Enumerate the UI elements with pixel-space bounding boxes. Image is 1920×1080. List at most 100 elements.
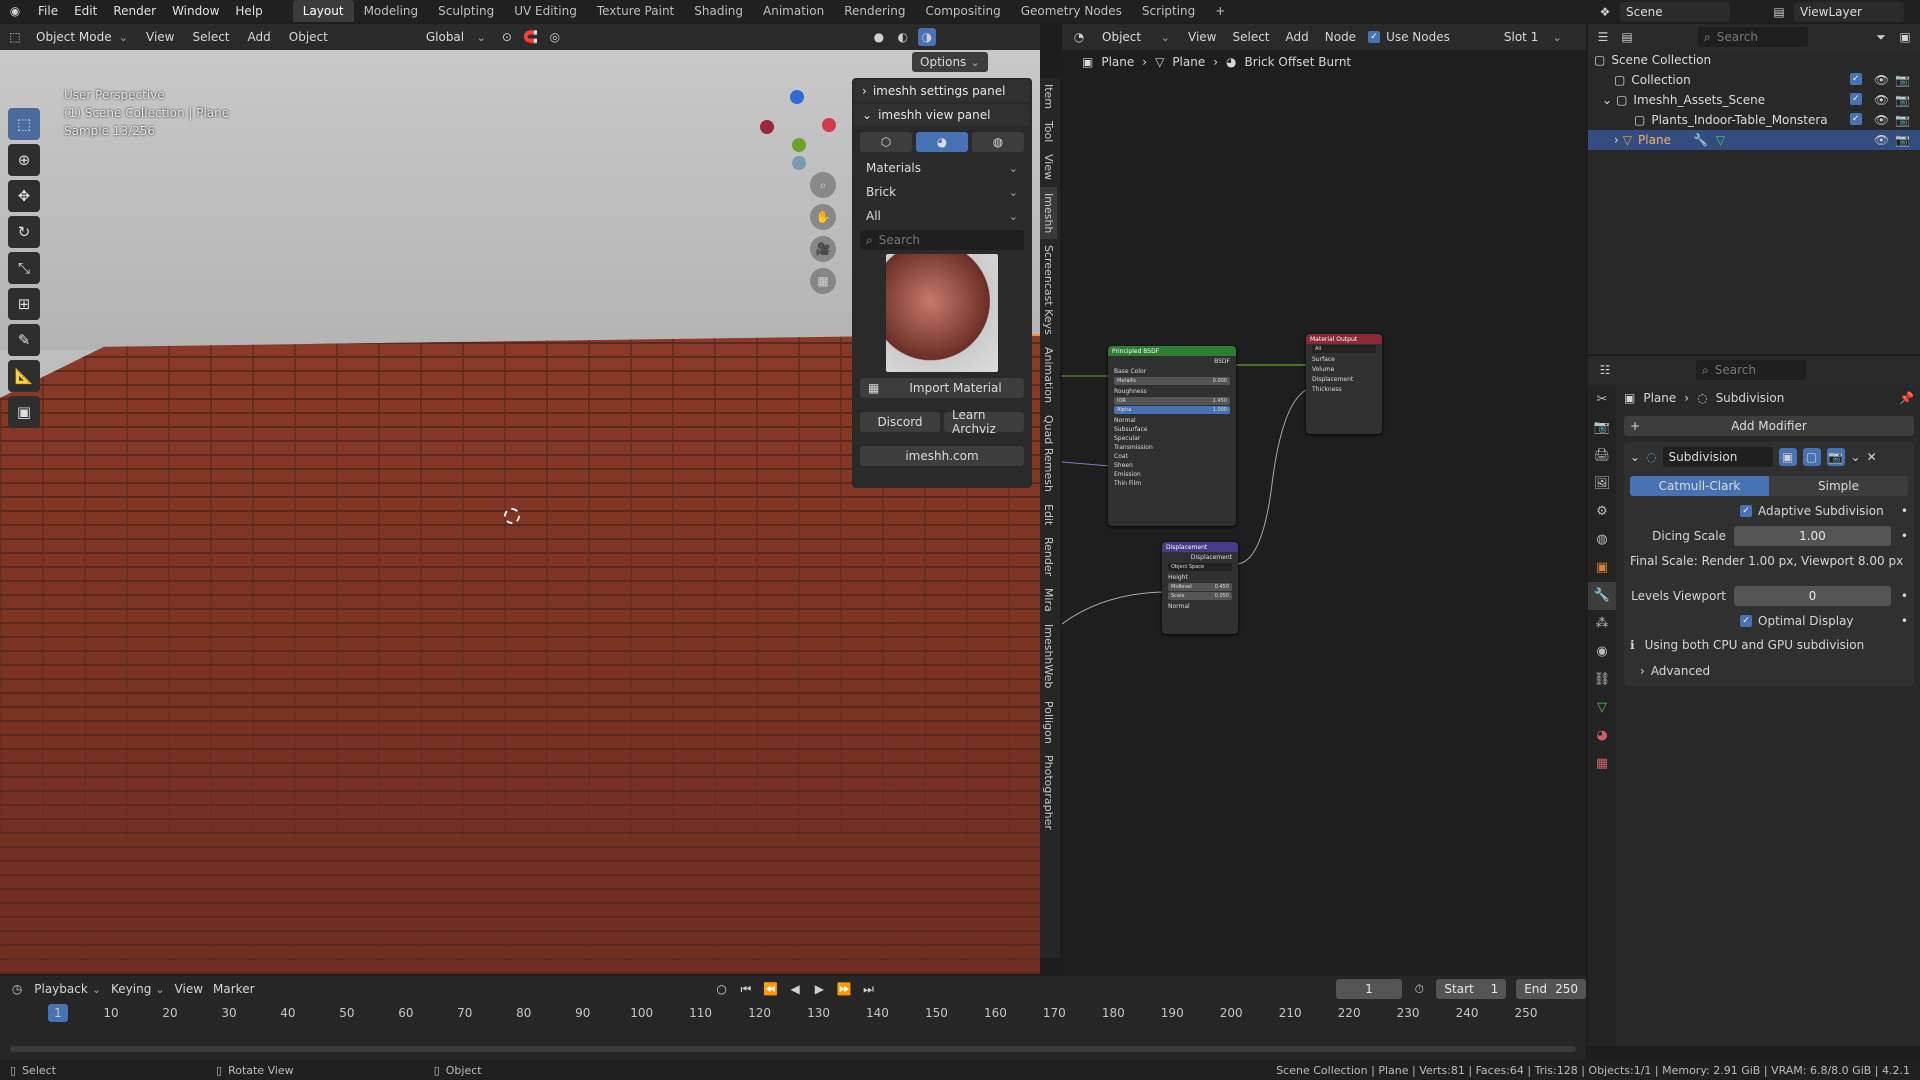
tab-geometry-nodes[interactable]: Geometry Nodes <box>1011 0 1132 22</box>
move-icon[interactable]: ✥ <box>8 180 40 212</box>
outliner-row-plane[interactable]: › ▽ Plane 🔧 ▽ 👁 📷 <box>1588 130 1920 150</box>
import-material-button[interactable]: ▦ Import Material <box>860 378 1024 398</box>
node-space-dropdown[interactable]: Object Space <box>1168 563 1232 571</box>
checkbox-icon[interactable]: ✓ <box>1849 73 1862 85</box>
axis-z-icon[interactable] <box>790 90 804 104</box>
tab-scripting[interactable]: Scripting <box>1132 0 1205 22</box>
dicing-scale-field[interactable]: 1.00 <box>1734 526 1891 546</box>
scene-tab-icon[interactable]: ⚙ <box>1588 498 1616 526</box>
camera-render-icon[interactable]: 📷 <box>1895 73 1910 87</box>
physics-tab-icon[interactable]: ◉ <box>1588 638 1616 666</box>
measure-icon[interactable]: 📐 <box>8 360 40 392</box>
hdri-icon[interactable]: ◍ <box>972 132 1024 152</box>
zoom-icon[interactable]: ⌕ <box>810 172 836 198</box>
proportional-edit-icon[interactable]: ◎ <box>546 28 564 46</box>
menu-help[interactable]: Help <box>227 4 270 18</box>
chevron-right-icon[interactable]: › <box>1614 133 1619 147</box>
properties-type-icon[interactable]: ☷ <box>1596 361 1614 379</box>
play-reverse-icon[interactable]: ◀ <box>788 980 802 998</box>
display-mode-icon[interactable]: ▤ <box>1618 28 1636 46</box>
pivot-icon[interactable]: ⊙ <box>498 28 516 46</box>
axis-y-icon[interactable] <box>792 138 806 152</box>
add-modifier-button[interactable]: + Add Modifier <box>1624 416 1914 436</box>
shading-rendered-icon[interactable]: ◑ <box>917 28 936 46</box>
render-tab-icon[interactable]: 📷 <box>1588 414 1616 442</box>
rotate-icon[interactable]: ↻ <box>8 216 40 248</box>
tab-rendering[interactable]: Rendering <box>834 0 915 22</box>
outliner-row-collection[interactable]: ▢ Collection ✓ 👁 📷 <box>1588 70 1920 90</box>
timeline-scrollbar[interactable] <box>10 1046 1576 1052</box>
optimal-display-checkbox[interactable]: ✓ Optimal Display • <box>1630 614 1908 628</box>
add-workspace-button[interactable]: + <box>1205 0 1235 22</box>
tl-menu-keying[interactable]: Keying <box>111 982 165 996</box>
node-panel-row[interactable]: Thin Film <box>1108 479 1236 488</box>
keyframe-dot-icon[interactable]: • <box>1901 504 1908 518</box>
sidetab-edit[interactable]: Edit <box>1040 498 1057 531</box>
properties-search-input[interactable]: ⌕ Search <box>1696 360 1806 380</box>
node-field-scale[interactable]: Scale 0.050 <box>1168 592 1232 600</box>
properties-editor[interactable]: ☷ ⌕ Search ✂ 📷 🖨 🖼 ⚙ ◍ ▣ 🔧 ⁂ ◉ ⛓ ▽ ◕ ▦ ▣… <box>1588 356 1920 1046</box>
tool-tab-icon[interactable]: ✂ <box>1588 386 1616 414</box>
vp-menu-add[interactable]: Add <box>242 30 277 44</box>
sidetab-imeshhweb[interactable]: ImeshhWeb <box>1040 618 1057 694</box>
tab-sculpting[interactable]: Sculpting <box>428 0 504 22</box>
new-collection-icon[interactable]: ▣ <box>1896 28 1914 46</box>
modifier-wrench-icon[interactable]: 🔧 <box>1693 133 1708 147</box>
menu-file[interactable]: File <box>30 4 66 18</box>
axis-neg-x-icon[interactable] <box>760 120 774 134</box>
scale-icon[interactable]: ⤡ <box>8 252 40 284</box>
axis-neg-z-icon[interactable] <box>792 156 806 170</box>
material-tab-icon[interactable]: ◕ <box>1588 722 1616 750</box>
sidetab-photographer[interactable]: Photographer <box>1040 749 1057 836</box>
start-frame-field[interactable]: Start 1 <box>1436 979 1507 999</box>
node-field-metallic[interactable]: Metallic 0.000 <box>1114 377 1230 385</box>
sidetab-polligon[interactable]: Polligon <box>1040 695 1057 750</box>
tab-shading[interactable]: Shading <box>684 0 753 22</box>
sidetab-render[interactable]: Render <box>1040 531 1057 582</box>
tl-menu-marker[interactable]: Marker <box>213 982 254 996</box>
eye-icon[interactable]: 👁 <box>1874 73 1889 87</box>
menu-render[interactable]: Render <box>105 4 164 18</box>
eye-icon[interactable]: 👁 <box>1874 93 1889 107</box>
chevron-down-icon[interactable]: ⌄ <box>1851 450 1861 464</box>
advanced-subpanel[interactable]: › Advanced <box>1630 664 1908 678</box>
node-editor[interactable]: ◔ Object View Select Add Node ✓Use Nodes… <box>1062 24 1586 974</box>
outliner-row-imeshh-assets[interactable]: ⌄ ▢ Imeshh_Assets_Scene ✓ 👁 📷 <box>1588 90 1920 110</box>
annotate-icon[interactable]: ✎ <box>8 324 40 356</box>
simple-button[interactable]: Simple <box>1769 476 1908 496</box>
data-tab-icon[interactable]: ▽ <box>1588 694 1616 722</box>
imeshh-site-button[interactable]: imeshh.com <box>860 446 1024 466</box>
navigation-gizmo[interactable] <box>760 90 840 180</box>
particles-tab-icon[interactable]: ⁂ <box>1588 610 1616 638</box>
options-button[interactable]: Options <box>912 52 988 72</box>
node-panel-row[interactable]: Emission <box>1108 470 1236 479</box>
snap-icon[interactable]: 🧲 <box>522 28 540 46</box>
levels-viewport-field[interactable]: 0 <box>1734 586 1891 606</box>
outliner-type-icon[interactable]: ☰ <box>1594 28 1612 46</box>
menu-window[interactable]: Window <box>164 4 227 18</box>
materials-icon[interactable]: ◕ <box>916 132 968 152</box>
keyframe-dot-icon[interactable]: • <box>1901 589 1908 603</box>
sidetab-quad-remesh[interactable]: Quad Remesh <box>1040 409 1057 498</box>
learn-archviz-button[interactable]: Learn Archviz <box>944 408 1024 436</box>
sidetab-imeshh[interactable]: Imeshh <box>1040 186 1057 239</box>
editor-type-icon[interactable]: ⬚ <box>6 28 24 46</box>
texture-tab-icon[interactable]: ▦ <box>1588 750 1616 778</box>
node-field-alpha[interactable]: Alpha 1.000 <box>1114 406 1230 414</box>
catmull-clark-button[interactable]: Catmull-Clark <box>1630 476 1769 496</box>
filter-icon[interactable]: ⏷ <box>1872 28 1890 46</box>
pan-hand-icon[interactable]: ✋ <box>810 204 836 230</box>
sidetab-item[interactable]: Item <box>1040 78 1057 115</box>
cursor-icon[interactable]: ⊕ <box>8 144 40 176</box>
scene-selector[interactable]: ❖ Scene <box>1596 2 1730 22</box>
discord-button[interactable]: Discord <box>860 412 940 432</box>
modifier-tab-icon[interactable]: 🔧 <box>1588 582 1616 610</box>
sidetab-animation[interactable]: Animation <box>1040 341 1057 409</box>
node-panel-row[interactable]: Sheen <box>1108 461 1236 470</box>
play-icon[interactable]: ▶ <box>812 980 826 998</box>
checkbox-icon[interactable]: ✓ <box>1849 93 1862 105</box>
checkbox-icon[interactable]: ✓ <box>1849 113 1862 125</box>
current-frame-field[interactable]: 1 <box>1335 979 1403 999</box>
tab-layout[interactable]: Layout <box>292 0 354 22</box>
mode-dropdown[interactable]: Object Mode <box>30 27 134 47</box>
